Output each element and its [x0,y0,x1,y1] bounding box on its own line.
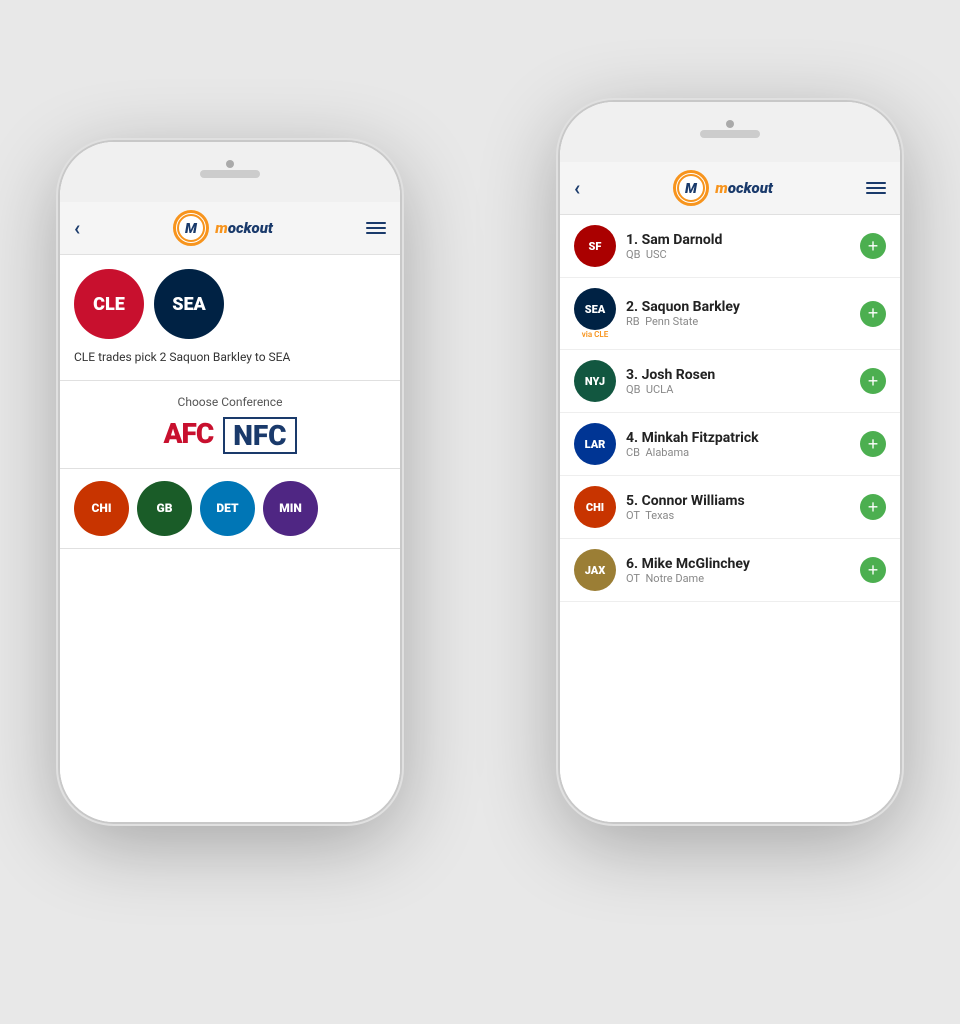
right-logo-circle: M [673,170,709,206]
right-logo-icon: M [677,174,705,202]
player-detail-4: CB Alabama [626,446,850,459]
right-phone-top-bar [560,102,900,162]
sf-team-dot: SF [574,225,616,267]
add-pick-6-button[interactable]: + [860,557,886,583]
trade-team-bubbles: CLE SEA [74,269,386,339]
player-info-5: 5. Connor Williams OT Texas [626,493,850,522]
draft-item-6: JAX 6. Mike McGlinchey OT Notre Dame + [560,539,900,602]
draft-list: SF 1. Sam Darnold QB USC + SEA via CLE [560,215,900,822]
right-menu-button[interactable] [866,182,886,194]
conference-buttons: AFC NFC [74,417,386,454]
conference-label: Choose Conference [74,395,386,409]
right-app-header: ‹ M mockout [560,162,900,215]
player-name-6: 6. Mike McGlinchey [626,556,850,572]
left-phone: ‹ M mockout [60,142,400,822]
draft-item-4: LAR 4. Minkah Fitzpatrick CB Alabama + [560,413,900,476]
player-info-2: 2. Saquon Barkley RB Penn State [626,299,850,328]
right-phone-camera [726,120,734,128]
teams-row: CHI GB DET MIN [60,469,400,549]
player-detail-5: OT Texas [626,509,850,522]
sea-team-dot: SEA [574,288,616,330]
right-logo-text: mockout [715,179,773,197]
jax-team-dot: JAX [574,549,616,591]
menu-line-3 [366,232,386,234]
trade-card: CLE SEA CLE trades pick 2 Saquon Barkley… [60,255,400,381]
phones-container: ‹ M mockout [30,22,930,1002]
add-pick-1-button[interactable]: + [860,233,886,259]
player-detail-6: OT Notre Dame [626,572,850,585]
nfc-button[interactable]: NFC [223,417,296,454]
chi-team-dot: CHI [574,486,616,528]
player-name-3: 3. Josh Rosen [626,367,850,383]
svg-text:M: M [185,221,198,237]
left-phone-top-bar [60,142,400,202]
svg-text:M: M [685,181,698,197]
gb-team-bubble[interactable]: GB [137,481,192,536]
right-screen: ‹ M mockout [560,162,900,822]
via-cle-label: via CLE [582,330,608,339]
left-menu-button[interactable] [366,222,386,234]
min-team-bubble[interactable]: MIN [263,481,318,536]
right-menu-line-3 [866,192,886,194]
afc-button[interactable]: AFC [163,417,213,454]
nyj-team-dot: NYJ [574,360,616,402]
left-logo-text: mockout [215,219,273,237]
right-menu-line-2 [866,187,886,189]
menu-line-2 [366,227,386,229]
draft-item-1: SF 1. Sam Darnold QB USC + [560,215,900,278]
sea-bubble: SEA [154,269,224,339]
lar-team-dot: LAR [574,423,616,465]
right-phone-speaker [700,130,760,138]
player-info-4: 4. Minkah Fitzpatrick CB Alabama [626,430,850,459]
draft-item-2: SEA via CLE 2. Saquon Barkley RB Penn St… [560,278,900,350]
left-app-header: ‹ M mockout [60,202,400,255]
add-pick-5-button[interactable]: + [860,494,886,520]
left-screen: ‹ M mockout [60,202,400,822]
left-logo: M mockout [173,210,273,246]
player-name-5: 5. Connor Williams [626,493,850,509]
left-phone-camera [226,160,234,168]
menu-line-1 [366,222,386,224]
player-name-4: 4. Minkah Fitzpatrick [626,430,850,446]
cle-bubble: CLE [74,269,144,339]
chi-team-bubble[interactable]: CHI [74,481,129,536]
player-detail-1: QB USC [626,248,850,261]
draft-item-5: CHI 5. Connor Williams OT Texas + [560,476,900,539]
sea-via-container: SEA via CLE [574,288,616,339]
player-detail-3: QB UCLA [626,383,850,396]
left-phone-speaker [200,170,260,178]
player-info-6: 6. Mike McGlinchey OT Notre Dame [626,556,850,585]
right-menu-line-1 [866,182,886,184]
right-logo: M mockout [673,170,773,206]
right-phone: ‹ M mockout [560,102,900,822]
player-name-2: 2. Saquon Barkley [626,299,850,315]
det-team-bubble[interactable]: DET [200,481,255,536]
left-logo-circle: M [173,210,209,246]
draft-item-3: NYJ 3. Josh Rosen QB UCLA + [560,350,900,413]
add-pick-3-button[interactable]: + [860,368,886,394]
player-name-1: 1. Sam Darnold [626,232,850,248]
add-pick-2-button[interactable]: + [860,301,886,327]
left-logo-icon: M [177,214,205,242]
right-back-button[interactable]: ‹ [574,176,580,200]
trade-description: CLE trades pick 2 Saquon Barkley to SEA [74,349,386,366]
player-info-1: 1. Sam Darnold QB USC [626,232,850,261]
conference-section: Choose Conference AFC NFC [60,381,400,469]
player-info-3: 3. Josh Rosen QB UCLA [626,367,850,396]
player-detail-2: RB Penn State [626,315,850,328]
left-back-button[interactable]: ‹ [74,216,80,240]
add-pick-4-button[interactable]: + [860,431,886,457]
